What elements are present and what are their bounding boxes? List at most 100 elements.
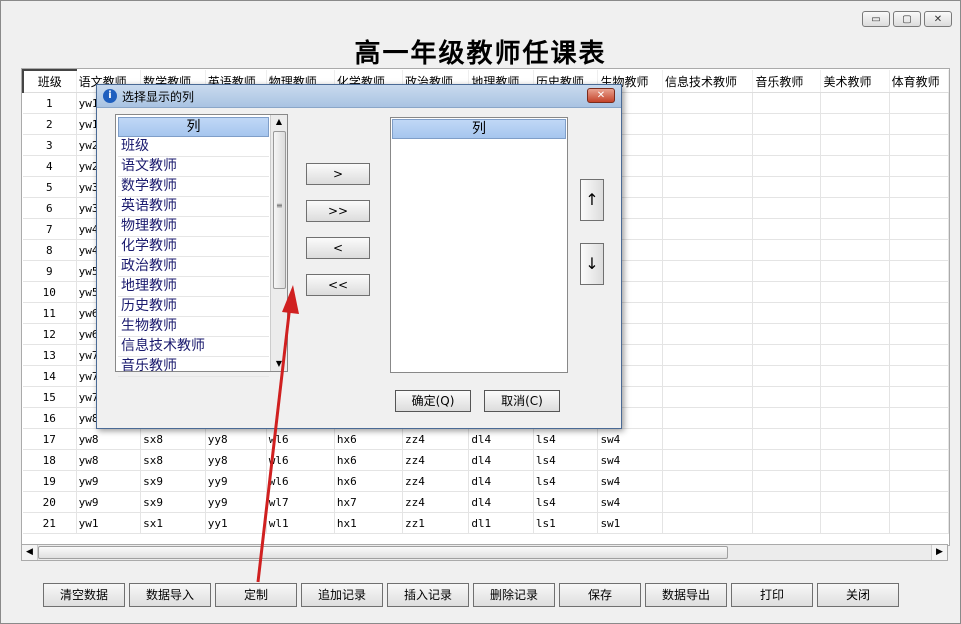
table-cell[interactable] <box>889 428 949 450</box>
table-cell[interactable] <box>752 113 822 135</box>
table-cell[interactable] <box>889 407 949 429</box>
table-cell[interactable] <box>889 323 949 345</box>
dialog-close-button[interactable]: ✕ <box>587 88 615 103</box>
table-cell[interactable]: hx6 <box>334 470 403 492</box>
table-cell[interactable] <box>889 155 949 177</box>
list-item[interactable]: 语文教师 <box>118 157 269 177</box>
table-cell[interactable] <box>820 92 890 114</box>
table-cell[interactable]: zz4 <box>402 449 470 471</box>
table-cell[interactable]: ls1 <box>533 512 599 534</box>
table-cell[interactable]: wl6 <box>266 470 335 492</box>
table-cell[interactable] <box>820 197 890 219</box>
table-cell[interactable] <box>752 260 822 282</box>
table-cell[interactable] <box>889 176 949 198</box>
close-window-button[interactable]: ✕ <box>924 11 952 27</box>
list-item[interactable]: 化学教师 <box>118 237 269 257</box>
list-scroll-thumb[interactable]: ≡ <box>273 131 286 289</box>
row-number-cell[interactable]: 6 <box>23 197 77 219</box>
table-cell[interactable] <box>662 113 754 135</box>
table-cell[interactable] <box>820 281 890 303</box>
table-cell[interactable] <box>662 134 754 156</box>
table-cell[interactable]: yw9 <box>76 491 142 513</box>
list-item[interactable]: 信息技术教师 <box>118 337 269 357</box>
table-cell[interactable]: zz1 <box>402 512 470 534</box>
column-header[interactable]: 美术教师 <box>820 70 890 93</box>
ok-button[interactable]: 确定(Q) <box>395 390 471 412</box>
table-cell[interactable] <box>889 344 949 366</box>
row-number-cell[interactable]: 4 <box>23 155 77 177</box>
table-cell[interactable] <box>752 449 822 471</box>
table-cell[interactable]: ls4 <box>533 470 599 492</box>
table-cell[interactable]: yw8 <box>76 449 142 471</box>
column-header[interactable]: 体育教师 <box>889 70 949 93</box>
table-cell[interactable] <box>820 407 890 429</box>
table-cell[interactable]: yy9 <box>205 470 267 492</box>
table-cell[interactable] <box>820 239 890 261</box>
row-number-cell[interactable]: 15 <box>23 386 77 408</box>
table-cell[interactable] <box>820 491 890 513</box>
table-cell[interactable] <box>752 365 822 387</box>
list-item[interactable]: 政治教师 <box>118 257 269 277</box>
table-cell[interactable] <box>889 470 949 492</box>
add-column-button[interactable]: > <box>306 163 370 185</box>
move-up-button[interactable]: ↑ <box>580 179 604 221</box>
table-cell[interactable]: yy8 <box>205 428 267 450</box>
table-cell[interactable] <box>752 386 822 408</box>
action-button[interactable]: 追加记录 <box>301 583 383 607</box>
list-item[interactable]: 音乐教师 <box>118 357 269 377</box>
row-number-cell[interactable]: 17 <box>23 428 77 450</box>
table-cell[interactable]: sw4 <box>597 491 663 513</box>
table-row[interactable]: 17 yw8 sx8 yy8 wl6 hx6 zz4 dl4 ls4 sw4 <box>23 428 949 450</box>
table-cell[interactable]: hx1 <box>334 512 403 534</box>
table-cell[interactable] <box>820 470 890 492</box>
table-cell[interactable] <box>662 239 754 261</box>
table-cell[interactable]: zz4 <box>402 470 470 492</box>
list-item[interactable]: 物理教师 <box>118 217 269 237</box>
table-cell[interactable]: sw1 <box>597 512 663 534</box>
table-cell[interactable] <box>662 365 754 387</box>
table-row[interactable]: 21 yw1 sx1 yy1 wl1 hx1 zz1 dl1 ls1 sw1 <box>23 512 949 534</box>
table-cell[interactable] <box>752 176 822 198</box>
table-cell[interactable] <box>662 197 754 219</box>
table-cell[interactable]: yw1 <box>76 512 142 534</box>
table-cell[interactable] <box>820 176 890 198</box>
row-number-cell[interactable]: 7 <box>23 218 77 240</box>
table-cell[interactable]: sx8 <box>140 449 206 471</box>
action-button[interactable]: 插入记录 <box>387 583 469 607</box>
table-cell[interactable] <box>662 470 754 492</box>
list-item[interactable]: 数学教师 <box>118 177 269 197</box>
row-number-cell[interactable]: 21 <box>23 512 77 534</box>
table-cell[interactable]: ls4 <box>533 449 599 471</box>
table-cell[interactable] <box>889 365 949 387</box>
row-number-cell[interactable]: 10 <box>23 281 77 303</box>
table-cell[interactable] <box>752 407 822 429</box>
table-row[interactable]: 18 yw8 sx8 yy8 wl6 hx6 zz4 dl4 ls4 sw4 <box>23 449 949 471</box>
scroll-up-icon[interactable]: ▲ <box>271 115 287 129</box>
table-row[interactable]: 20 yw9 sx9 yy9 wl7 hx7 zz4 dl4 ls4 sw4 <box>23 491 949 513</box>
table-cell[interactable] <box>752 155 822 177</box>
table-cell[interactable] <box>820 344 890 366</box>
table-cell[interactable] <box>889 491 949 513</box>
scroll-down-icon[interactable]: ▼ <box>271 357 287 371</box>
row-number-cell[interactable]: 20 <box>23 491 77 513</box>
table-cell[interactable]: zz4 <box>402 428 470 450</box>
table-cell[interactable] <box>820 386 890 408</box>
table-cell[interactable]: sx9 <box>140 470 206 492</box>
list-item[interactable]: 英语教师 <box>118 197 269 217</box>
table-cell[interactable] <box>752 470 822 492</box>
table-cell[interactable]: sx9 <box>140 491 206 513</box>
action-button[interactable]: 打印 <box>731 583 813 607</box>
table-cell[interactable] <box>662 92 754 114</box>
move-down-button[interactable]: ↓ <box>580 243 604 285</box>
table-cell[interactable] <box>662 218 754 240</box>
action-button[interactable]: 数据导出 <box>645 583 727 607</box>
table-cell[interactable] <box>889 197 949 219</box>
table-cell[interactable] <box>752 197 822 219</box>
table-cell[interactable] <box>662 407 754 429</box>
row-number-cell[interactable]: 5 <box>23 176 77 198</box>
table-cell[interactable] <box>820 134 890 156</box>
table-cell[interactable] <box>889 134 949 156</box>
table-cell[interactable] <box>662 260 754 282</box>
table-cell[interactable] <box>889 449 949 471</box>
column-header[interactable]: 信息技术教师 <box>662 70 754 93</box>
